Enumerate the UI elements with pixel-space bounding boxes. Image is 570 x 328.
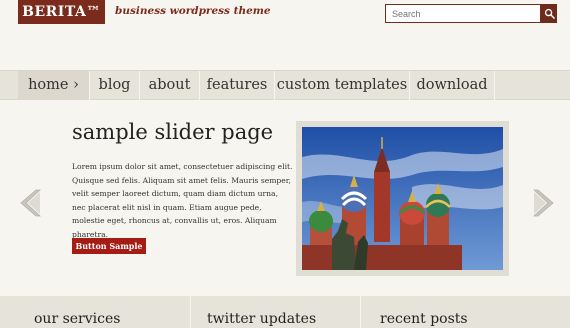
slider-text: Lorem ipsum dolor sit amet, consectetuer…	[72, 162, 293, 239]
site-logo[interactable]: BERITA™	[18, 0, 105, 24]
nav-item-download[interactable]: download	[410, 71, 495, 100]
nav-item-blog[interactable]: blog	[90, 71, 140, 100]
slider-prev-arrow-icon[interactable]	[18, 188, 44, 218]
widget-title-twitter: twitter updates	[207, 311, 317, 327]
nav-item-home[interactable]: home ›	[18, 71, 90, 100]
widget-title-recent-posts: recent posts	[380, 311, 468, 327]
slider-image-frame	[296, 121, 509, 276]
slider-title[interactable]: sample slider page	[72, 120, 273, 144]
slider-sample-button[interactable]: Button Sample	[72, 238, 146, 254]
search-button[interactable]	[541, 4, 557, 23]
search-icon	[544, 8, 555, 19]
nav-item-features[interactable]: features	[200, 71, 275, 100]
main-nav: home › blog about features custom templa…	[0, 70, 570, 100]
search-input[interactable]	[385, 4, 541, 23]
widget-title-services: our services	[34, 311, 121, 327]
nav-item-about[interactable]: about	[140, 71, 200, 100]
widget-divider	[190, 296, 191, 328]
slider-next-arrow-icon[interactable]	[530, 188, 556, 218]
cathedral-photo[interactable]	[302, 127, 503, 270]
search-form	[385, 4, 557, 23]
nav-item-custom-templates[interactable]: custom templates	[275, 71, 410, 100]
site-tagline: business wordpress theme	[115, 5, 271, 17]
widget-divider	[360, 296, 361, 328]
